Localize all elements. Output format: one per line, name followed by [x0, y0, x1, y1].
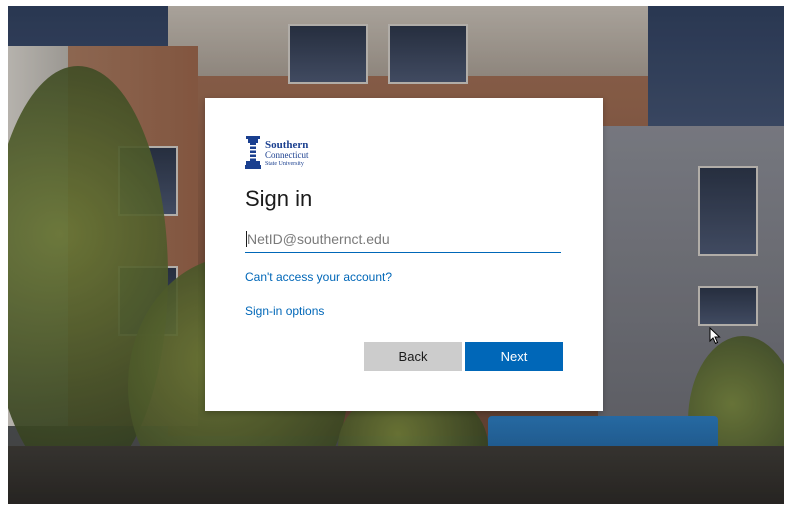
text-caret	[246, 231, 247, 247]
logo-line-2: Connecticut	[265, 149, 309, 160]
back-button[interactable]: Back	[364, 342, 462, 371]
torch-logo-icon	[245, 136, 261, 169]
signin-card: Southern Connecticut State University Si…	[205, 98, 603, 411]
signin-options-link[interactable]: Sign-in options	[245, 304, 324, 318]
email-field-container	[245, 225, 561, 253]
page-title: Sign in	[245, 186, 313, 211]
mouse-pointer-icon	[709, 327, 721, 345]
email-input[interactable]	[245, 225, 561, 252]
logo-line-3: State University	[265, 160, 304, 167]
university-logo: Southern Connecticut State University	[245, 136, 309, 170]
next-button[interactable]: Next	[465, 342, 563, 371]
logo-line-1: Southern	[265, 138, 309, 151]
cant-access-account-link[interactable]: Can't access your account?	[245, 270, 392, 284]
